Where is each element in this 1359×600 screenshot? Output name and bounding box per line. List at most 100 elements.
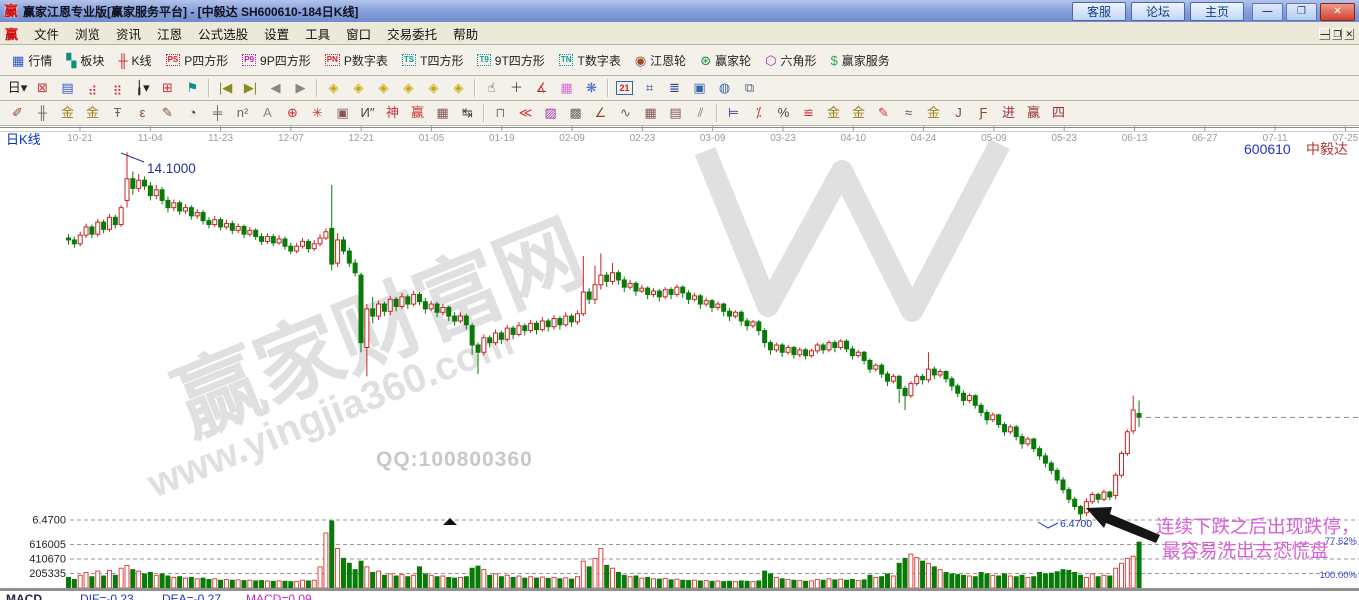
toolbar-gann-wheel[interactable]: ◉江恩轮 (628, 50, 693, 71)
tool-scale-left-icon[interactable]: ◈ (321, 77, 346, 99)
tool-gann-fan-icon[interactable]: ≪ (513, 102, 538, 124)
tool-gold-line-icon[interactable]: 金 (846, 102, 871, 124)
kline-chart[interactable]: 赢家财富网www.yingjia360.comQQ:10080036010-21… (0, 126, 1359, 600)
menu-help[interactable]: 帮助 (445, 22, 486, 45)
tool-net-save-icon[interactable]: ◍ (712, 77, 737, 99)
tool-ying-line-icon[interactable]: 赢 (1021, 102, 1046, 124)
indicator-name[interactable]: MACD (6, 592, 42, 600)
tool-pink-net-icon[interactable]: ▦ (554, 77, 579, 99)
tool-angle-measure-icon[interactable]: ∡ (529, 77, 554, 99)
tool-zoom-in-x-icon[interactable]: ◈ (396, 77, 421, 99)
tool-next-icon[interactable]: ▶ (288, 77, 313, 99)
tool-crosshair-icon[interactable]: ＋ (504, 77, 529, 99)
minimize-button[interactable]: — (1252, 3, 1283, 21)
tool-bars-9-icon[interactable]: ⣶ (105, 77, 130, 99)
child-close-button[interactable]: ✕ (1344, 28, 1354, 40)
tool-time-cycle-icon[interactable]: ◔ (180, 102, 205, 124)
tool-comb-line-icon[interactable]: ╫ (30, 102, 55, 124)
tool-scale-right-icon[interactable]: ◈ (346, 77, 371, 99)
tool-brush-candle-icon[interactable]: ✎ (871, 102, 896, 124)
tool-hand-tool-icon[interactable]: ☝ (479, 77, 504, 99)
tool-ying-tool-icon[interactable]: 赢 (405, 102, 430, 124)
tool-first-page-icon[interactable]: |◀ (213, 77, 238, 99)
tool-si-line-icon[interactable]: 四 (1046, 102, 1071, 124)
tool-jin-line-icon[interactable]: 进 (996, 102, 1021, 124)
toolbar-9p-square[interactable]: P99P四方形 (235, 50, 317, 71)
tool-comb-line-2-icon[interactable]: ╪ (205, 102, 230, 124)
tool-grid-4-icon[interactable]: ▤ (663, 102, 688, 124)
tool-gold-grid-1-icon[interactable]: 金 (55, 102, 80, 124)
toolbar-sectors[interactable]: ▚板块 (59, 50, 111, 71)
close-button[interactable]: ✕ (1320, 3, 1355, 21)
tool-gold-circle-icon[interactable]: 金 (821, 102, 846, 124)
tool-span-arrows-icon[interactable]: ↹ (455, 102, 480, 124)
tool-j-angle-icon[interactable]: Ј (946, 102, 971, 124)
tool-notes-icon[interactable]: ≣ (662, 77, 687, 99)
tool-print-export-icon[interactable]: ⧉ (737, 77, 762, 99)
tool-percent-icon[interactable]: % (771, 102, 796, 124)
child-minimize-button[interactable]: — (1319, 28, 1330, 40)
tool-candle-type-icon[interactable]: ╽▾ (130, 77, 155, 99)
tool-corner-box-icon[interactable]: ⊓ (488, 102, 513, 124)
tool-pen-icon[interactable]: ✐ (5, 102, 30, 124)
tool-wave-line-icon[interactable]: ∿ (613, 102, 638, 124)
tool-n-square-icon[interactable]: n² (230, 102, 255, 124)
toolbar-9t-square[interactable]: T99T四方形 (470, 50, 551, 71)
forum-button[interactable]: 论坛 (1131, 2, 1185, 21)
tool-zoom-in-y-icon[interactable]: ◈ (446, 77, 471, 99)
menu-formula-picker[interactable]: 公式选股 (190, 22, 256, 45)
tool-prev-icon[interactable]: ◀ (263, 77, 288, 99)
tool-target-circle-icon[interactable]: ⊕ (280, 102, 305, 124)
tool-wave-2-icon[interactable]: ≈ (896, 102, 921, 124)
menu-window[interactable]: 窗口 (338, 22, 379, 45)
tool-percent-line-icon[interactable]: ≌ (796, 102, 821, 124)
toolbar-quotes[interactable]: ▦行情 (5, 50, 59, 71)
tool-period-day-icon[interactable]: 日▾ (5, 77, 30, 99)
menu-trade-entrust[interactable]: 交易委托 (379, 22, 445, 45)
toolbar-t-number-table[interactable]: TNT数字表 (552, 50, 628, 71)
tool-bars-3-icon[interactable]: ⣴ (80, 77, 105, 99)
menu-tools[interactable]: 工具 (297, 22, 338, 45)
tool-last-page-icon[interactable]: ▶| (238, 77, 263, 99)
tool-percent-z-icon[interactable]: ⁒ (746, 102, 771, 124)
toolbar-p-square[interactable]: PSP四方形 (159, 50, 236, 71)
toolbar-p-number-table[interactable]: PNP数字表 (318, 50, 395, 71)
toolbar-kline[interactable]: ╫K线 (111, 50, 158, 71)
tool-save-icon[interactable]: ▣ (687, 77, 712, 99)
tool-parallel-lines-icon[interactable]: ⫽ (688, 102, 713, 124)
tool-grid-3-icon[interactable]: ▦ (638, 102, 663, 124)
tool-gold-fan-icon[interactable]: 金 (921, 102, 946, 124)
menu-gann[interactable]: 江恩 (149, 22, 190, 45)
tool-gann-ruler-icon[interactable]: ⊨ (721, 102, 746, 124)
tool-angle-line-icon[interactable]: ∠ (588, 102, 613, 124)
toolbar-hexagon[interactable]: ⬡六角形 (758, 50, 823, 71)
tool-flag-icon[interactable]: ⚑ (180, 77, 205, 99)
menu-news[interactable]: 资讯 (108, 22, 149, 45)
homepage-button[interactable]: 主页 (1190, 2, 1244, 21)
tool-calendar-icon[interactable]: 21 (612, 77, 637, 99)
tool-f-grid-icon[interactable]: Ŧ (105, 102, 130, 124)
toolbar-winner-wheel[interactable]: ⊛赢家轮 (693, 50, 758, 71)
tool-a-fan-icon[interactable]: A (255, 102, 280, 124)
tool-zoom-out-y-icon[interactable]: ◈ (421, 77, 446, 99)
tool-spiral-icon[interactable]: ε (130, 102, 155, 124)
menu-file[interactable]: 文件 (26, 22, 67, 45)
restore-button[interactable]: ❐ (1286, 3, 1317, 21)
tool-star-circle-icon[interactable]: ✳ (305, 102, 330, 124)
tool-fan-box-icon[interactable]: ▨ (538, 102, 563, 124)
tool-f-angle-icon[interactable]: Ƒ (971, 102, 996, 124)
tool-fan-box-2-icon[interactable]: ▩ (563, 102, 588, 124)
tool-pattern-red-icon[interactable]: ⊠ (30, 77, 55, 99)
menu-browse[interactable]: 浏览 (67, 22, 108, 45)
tool-zoom-out-x-icon[interactable]: ◈ (371, 77, 396, 99)
tool-red-grid-icon[interactable]: ⊞ (155, 77, 180, 99)
menu-settings[interactable]: 设置 (256, 22, 297, 45)
child-restore-button[interactable]: ❐ (1332, 28, 1342, 40)
tool-info-list-icon[interactable]: ▤ (55, 77, 80, 99)
customer-service-button[interactable]: 客服 (1072, 2, 1126, 21)
tool-gold-grid-2-icon[interactable]: 金 (80, 102, 105, 124)
tool-blue-net-icon[interactable]: ❋ (579, 77, 604, 99)
tool-shen-tool-icon[interactable]: 神 (380, 102, 405, 124)
tool-brush-icon[interactable]: ✎ (155, 102, 180, 124)
tool-calculator-icon[interactable]: ⌗ (637, 77, 662, 99)
